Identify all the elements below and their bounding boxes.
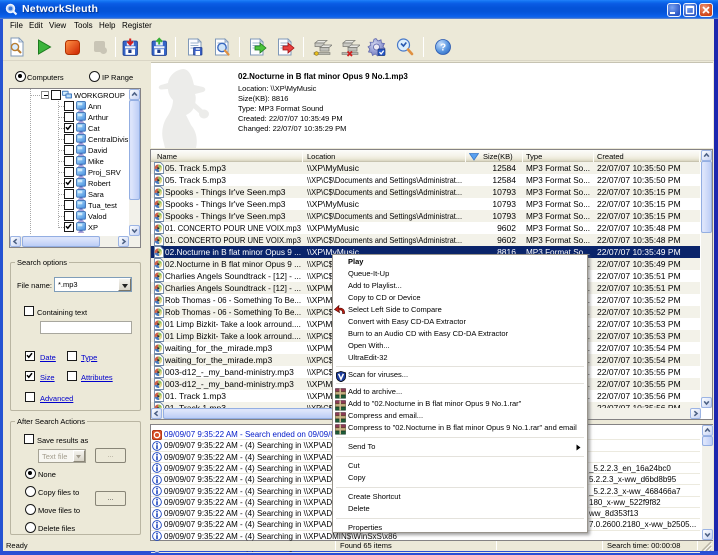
svg-text:?: ? xyxy=(440,43,446,54)
